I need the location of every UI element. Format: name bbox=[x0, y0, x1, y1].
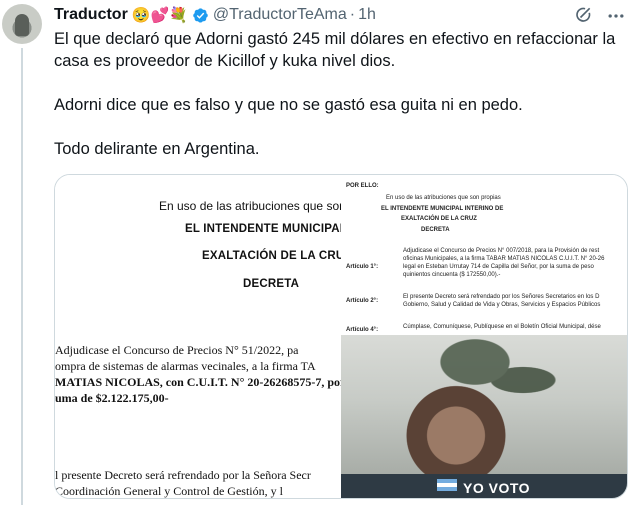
doc-body: uma de $2.122.175,00- bbox=[55, 391, 169, 405]
doc-label: Artículo 4°: bbox=[346, 327, 379, 333]
verified-badge-icon[interactable] bbox=[192, 7, 209, 24]
document-image-right[interactable]: POR ELLO: En uso de las atribuciones que… bbox=[341, 175, 627, 335]
doc-heading: DECRETA bbox=[243, 278, 300, 290]
photo-caption: YO VOTO bbox=[463, 480, 531, 496]
doc-line: Adjudicase el Concurso de Precios N° 007… bbox=[403, 248, 600, 254]
doc-line: POR ELLO: bbox=[346, 183, 379, 189]
tweet-text: El que declaró que Adorni gastó 245 mil … bbox=[54, 30, 616, 158]
grok-icon[interactable] bbox=[573, 5, 593, 25]
doc-body: Coordinación General y Control de Gestió… bbox=[55, 484, 283, 498]
selfie-photo[interactable]: YO VOTO bbox=[341, 335, 627, 498]
document-image-left[interactable]: En uso de las atribuciones que son EL IN… bbox=[55, 175, 351, 498]
doc-label: Artículo 2°: bbox=[346, 298, 379, 304]
display-name[interactable]: Traductor bbox=[54, 6, 128, 24]
name-emojis: 🥹💕💐 bbox=[131, 7, 188, 24]
doc-line: legal en Esteban Urrutay 714 de Capilla … bbox=[403, 264, 594, 270]
tweet-header: Traductor 🥹💕💐 @TraductorTeAma · 1h bbox=[54, 4, 376, 26]
doc-line: El presente Decreto será refrendado por … bbox=[403, 294, 600, 300]
doc-line: Gobierno, Salud y Calidad de Vida y Obra… bbox=[403, 302, 601, 308]
doc-line: quinientos cincuenta ($ 172550,00).- bbox=[403, 272, 501, 278]
thread-line bbox=[21, 48, 23, 505]
doc-body: l presente Decreto será refrendado por l… bbox=[55, 468, 311, 482]
doc-heading: EL INTENDENTE MUNICIPAL bbox=[185, 223, 347, 235]
doc-line: oficinas Municipales, a la firma TABAR M… bbox=[403, 256, 605, 262]
doc-line: EXALTACIÓN DE LA CRUZ bbox=[401, 216, 477, 222]
handle[interactable]: @TraductorTeAma bbox=[213, 6, 347, 24]
doc-line: DECRETA bbox=[421, 227, 450, 233]
argentina-flag-icon bbox=[437, 479, 457, 491]
doc-line: EL INTENDENTE MUNICIPAL INTERINO DE bbox=[381, 206, 504, 212]
timestamp[interactable]: 1h bbox=[358, 6, 376, 24]
doc-body: Adjudicase el Concurso de Precios N° 51/… bbox=[55, 343, 299, 357]
doc-heading: EXALTACIÓN DE LA CRUZ bbox=[202, 250, 352, 262]
doc-line: Cúmplase, Comuníquese, Publíquese en el … bbox=[403, 324, 601, 330]
separator: · bbox=[349, 6, 356, 23]
doc-label: Artículo 1°: bbox=[346, 264, 379, 270]
more-icon[interactable] bbox=[606, 6, 626, 26]
person-face bbox=[401, 375, 511, 485]
doc-body: MATIAS NICOLAS, con C.U.I.T. N° 20-26268… bbox=[55, 375, 346, 389]
doc-line: En uso de las atribuciones que son propi… bbox=[386, 195, 501, 201]
tweet-media[interactable]: En uso de las atribuciones que son EL IN… bbox=[54, 174, 628, 499]
doc-line: En uso de las atribuciones que son bbox=[159, 199, 346, 213]
avatar[interactable] bbox=[2, 4, 42, 44]
doc-body: ompra de sistemas de alarmas vecinales, … bbox=[55, 359, 316, 373]
